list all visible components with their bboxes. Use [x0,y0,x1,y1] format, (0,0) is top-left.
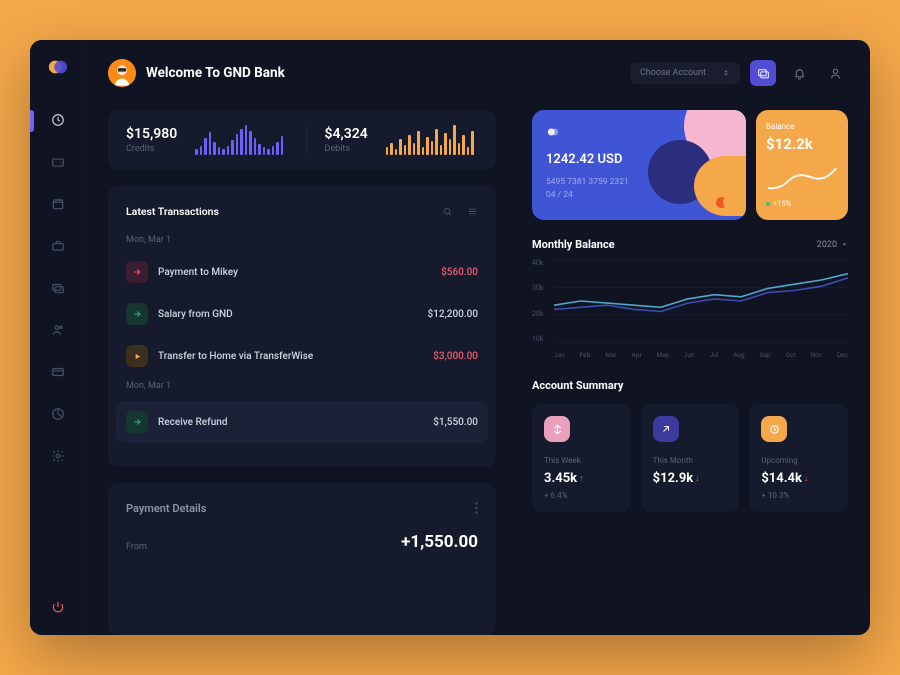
transactions-card: Latest Transactions Mon, Mar 1 Payment to… [108,186,496,467]
summary-icon [544,416,570,442]
welcome-title: Welcome To GND Bank [146,65,285,81]
nav-dashboard[interactable] [44,106,72,134]
credits-sparkline [195,125,287,155]
transaction-row[interactable]: Payment to Mikey $560.00 [126,255,478,289]
debits-value: $4,324 [325,126,368,142]
transaction-row[interactable]: Receive Refund $1,550.00 [116,401,488,443]
card-number: 5495 7381 3759 2321 [546,177,732,187]
more-icon[interactable] [475,499,478,518]
app-window: Welcome To GND Bank $15,980 Credits $4,3… [30,40,870,635]
monthly-balance-chart: 40k30k20k10k JanFebMarAprMayJunJulAugSep… [532,259,848,359]
transactions-list: Mon, Mar 1 Payment to Mikey $560.00 Salary … [126,235,478,443]
user-avatar[interactable] [108,59,136,87]
transaction-name: Salary from GND [158,309,418,320]
balance-pct: +15% [766,199,838,208]
payment-details-title: Payment Details [126,502,206,515]
summary-icon [761,416,787,442]
summary-label: This Week [544,456,619,465]
balance-value: $12.2k [766,135,838,153]
account-selector[interactable]: Choose Account [630,62,740,84]
card-balance: 1242.42 USD [546,152,732,167]
bank-logo [47,56,69,78]
monthly-balance-header: Monthly Balance 2020 [532,238,848,251]
credits-label: Credits [126,144,177,154]
payment-amount: +1,550.00 [401,532,478,552]
summary-value: $14.4k↓ [761,471,836,486]
credits-stat: $15,980 Credits [126,126,177,154]
transaction-amount: $3,000.00 [433,351,478,362]
transactions-title: Latest Transactions [126,205,219,218]
summary-label: This Month [653,456,728,465]
left-column: Welcome To GND Bank $15,980 Credits $4,3… [86,40,518,635]
transaction-row[interactable]: Salary from GND $12,200.00 [126,297,478,331]
card-expiry: 04 / 24 [546,190,732,200]
balance-sparkline [766,159,838,199]
nav-briefcase[interactable] [44,232,72,260]
transaction-amount: $560.00 [441,267,478,278]
transaction-amount: $1,550.00 [433,417,478,428]
summary-label: Upcoming [761,456,836,465]
debits-stat: $4,324 Debits [325,126,368,154]
main-content: Welcome To GND Bank $15,980 Credits $4,3… [86,40,870,635]
card-brand-logo [546,124,560,138]
notifications-button[interactable] [786,60,812,86]
stat-divider [306,124,307,156]
nav-card[interactable] [44,358,72,386]
summary-card[interactable]: Upcoming $14.4k↓ + 10.3% [749,404,848,512]
year-selector[interactable]: 2020 [817,240,848,250]
summary-value: $12.9k↓ [653,471,728,486]
top-bar-actions: Choose Account [532,58,848,88]
transaction-amount: $12,200.00 [428,309,478,320]
nav-analytics[interactable] [44,400,72,428]
credit-card[interactable]: 1242.42 USD 5495 7381 3759 2321 04 / 24 [532,110,746,220]
sidebar [30,40,86,635]
debits-label: Debits [325,144,368,154]
account-selector-label: Choose Account [640,68,706,78]
transaction-icon [126,345,148,367]
nav-settings[interactable] [44,442,72,470]
cards-row: 1242.42 USD 5495 7381 3759 2321 04 / 24 … [532,110,848,220]
summary-card[interactable]: This Week 3.45k↑ + 6.4% [532,404,631,512]
balance-label: Balance [766,122,838,131]
monthly-balance-title: Monthly Balance [532,238,615,251]
debits-sparkline [386,125,478,155]
mastercard-logo [716,197,734,208]
messages-button[interactable] [750,60,776,86]
summary-pct: + 10.3% [761,491,836,500]
transaction-date: Mon, Mar 1 [126,235,478,245]
sidebar-nav [44,106,72,470]
search-icon[interactable] [442,202,453,221]
summary-card[interactable]: This Month $12.9k↓ [641,404,740,512]
nav-users[interactable] [44,316,72,344]
transaction-icon [126,411,148,433]
menu-icon[interactable] [467,202,478,221]
summary-value: 3.45k↑ [544,471,619,486]
nav-logout[interactable] [44,593,72,621]
transaction-row[interactable]: Transfer to Home via TransferWise $3,000.… [126,339,478,373]
summary-title: Account Summary [532,379,623,392]
nav-active-indicator [30,110,34,132]
chevron-updown-icon [722,69,730,77]
summary-icon [653,416,679,442]
balance-card[interactable]: Balance $12.2k +15% [756,110,848,220]
transaction-name: Transfer to Home via TransferWise [158,351,423,362]
payment-details-card: Payment Details From +1,550.00 [108,483,496,635]
summary-row: This Week 3.45k↑ + 6.4% This Month $12.9k↓ Up… [532,404,848,512]
nav-transfer[interactable] [44,274,72,302]
transaction-date: Mon, Mar 1 [126,381,478,391]
transaction-name: Payment to Mikey [158,267,431,278]
nav-calendar[interactable] [44,190,72,218]
transaction-icon [126,261,148,283]
transaction-icon [126,303,148,325]
nav-wallet[interactable] [44,148,72,176]
welcome-header: Welcome To GND Bank [108,58,496,88]
payment-from-label: From [126,542,147,552]
transaction-name: Receive Refund [158,417,423,428]
summary-pct: + 6.4% [544,491,619,500]
stats-card: $15,980 Credits $4,324 Debits [108,110,496,170]
profile-button[interactable] [822,60,848,86]
caret-down-icon [841,241,848,248]
credits-value: $15,980 [126,126,177,142]
right-column: Choose Account 1242.42 USD 5495 7381 375… [518,40,870,635]
